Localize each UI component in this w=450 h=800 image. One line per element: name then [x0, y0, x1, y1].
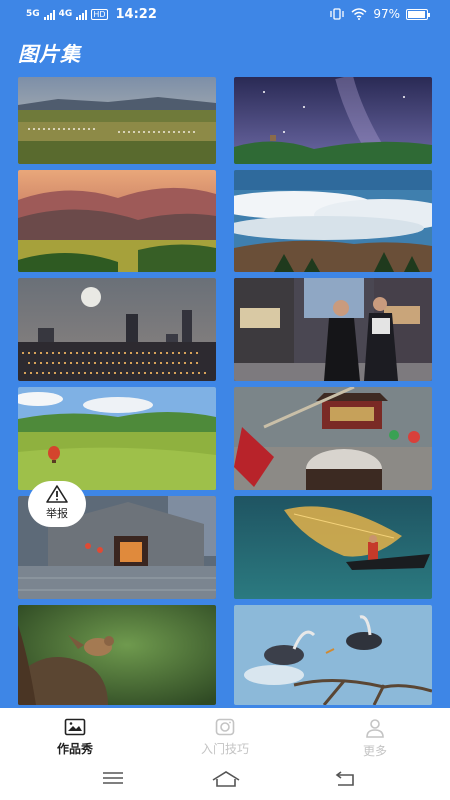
tab-tips[interactable]: 入门技巧: [170, 718, 280, 757]
home-icon[interactable]: [211, 770, 241, 788]
hd-badge: HD: [91, 9, 108, 20]
image-icon: [64, 718, 86, 736]
status-right: 97%: [329, 7, 430, 21]
battery-percent: 97%: [373, 7, 400, 21]
photo-card[interactable]: [234, 496, 432, 599]
signal-icon-2: [76, 9, 88, 20]
battery-fill: [408, 10, 426, 18]
city-skyline-moon-photo: [18, 278, 216, 381]
warning-triangle-icon: [46, 485, 68, 503]
sea-of-clouds-photo: [234, 170, 432, 272]
tab-works[interactable]: 作品秀: [20, 718, 130, 757]
menu-icon[interactable]: [102, 770, 124, 786]
fisherman-casting-net-photo: [234, 496, 432, 599]
photo-card[interactable]: [18, 387, 216, 490]
status-left: 5G 4G HD 14:22: [26, 7, 157, 22]
vibrate-icon: [330, 8, 344, 20]
grassland-landscape-photo: [18, 77, 216, 164]
clock: 14:22: [115, 7, 157, 22]
hot-air-balloon-meadow-photo: [18, 387, 216, 490]
battery-icon: [406, 8, 430, 20]
camera-icon: [215, 718, 235, 736]
herons-on-branch-photo: [234, 605, 432, 705]
page-title: 图片集: [18, 42, 81, 66]
tab-tips-label: 入门技巧: [200, 742, 249, 756]
bottom-area: 作品秀 入门技巧 更多: [0, 708, 450, 800]
mountain-valley-sunset-photo: [18, 170, 216, 272]
network-5g-label: 5G: [26, 9, 40, 19]
network-4g-label: 4G: [58, 9, 73, 19]
sparrow-on-branch-photo: [18, 605, 216, 705]
photo-card[interactable]: [234, 387, 432, 490]
photo-card[interactable]: [18, 77, 216, 164]
photo-card[interactable]: [234, 278, 432, 381]
tab-works-label: 作品秀: [56, 742, 93, 756]
status-bar: 5G 4G HD 14:22 97%: [0, 0, 450, 30]
report-button[interactable]: 举报: [28, 481, 86, 527]
photo-card[interactable]: [18, 278, 216, 381]
person-icon: [366, 719, 384, 738]
back-icon[interactable]: [333, 770, 355, 788]
tab-more-label: 更多: [362, 744, 387, 758]
wifi-icon: [351, 8, 367, 20]
report-label: 举报: [46, 507, 68, 520]
signal-icon: [43, 9, 55, 20]
photo-card[interactable]: [234, 170, 432, 272]
drum-performance-photo: [234, 387, 432, 490]
ethnic-costume-couple-street-photo: [234, 278, 432, 381]
photo-card[interactable]: [18, 605, 216, 705]
photo-card[interactable]: [234, 77, 432, 164]
starry-night-sky-photo: [234, 77, 432, 164]
tab-more[interactable]: 更多: [320, 718, 430, 759]
photo-card[interactable]: [234, 605, 432, 705]
photo-card[interactable]: [18, 170, 216, 272]
